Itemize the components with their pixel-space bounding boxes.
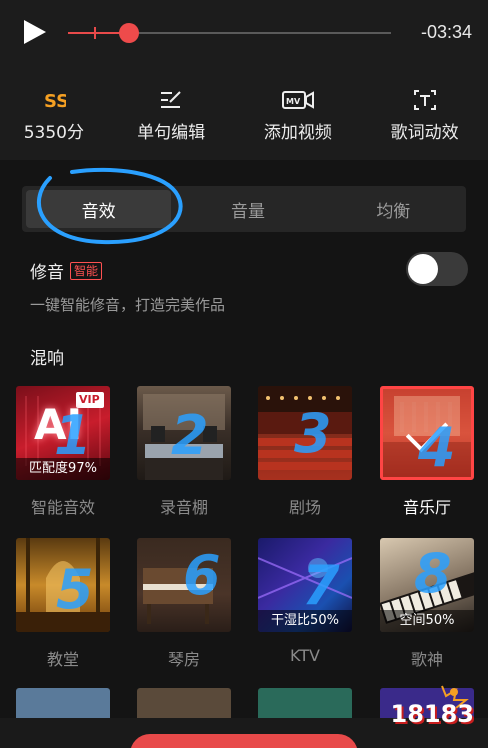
space-badge: 空间50% [380, 610, 474, 632]
reverb-title: 混响 [30, 349, 64, 369]
tool-label: 歌词动效 [390, 123, 459, 143]
reverb-name: 教堂 [46, 650, 79, 669]
tools-row: SS 5350分 单句编辑 MV 添加视频 歌词动效 [0, 68, 488, 160]
tool-label: 单句编辑 [137, 123, 206, 143]
reverb-name: 录音棚 [159, 498, 208, 517]
reverb-item-piano-room[interactable]: 琴房 6 [137, 538, 231, 669]
reverb-thumbnail [258, 386, 352, 480]
reverb-thumbnail: VIP AI 匹配度97% [16, 386, 110, 480]
reverb-name: 音乐厅 [402, 498, 451, 517]
tool-add-video[interactable]: MV 添加视频 [234, 68, 361, 160]
score-icon: SS [42, 86, 66, 114]
tuning-toggle[interactable] [406, 252, 468, 286]
selected-frame [380, 386, 474, 480]
tuning-description: 一键智能修音，打造完美作品 [30, 296, 226, 314]
bottom-action-button[interactable] [130, 734, 358, 748]
progress-marker [94, 27, 96, 39]
reverb-name: KTV [290, 646, 320, 665]
player-bar: -03:34 [0, 0, 488, 68]
reverb-item-theater[interactable]: 剧场 3 [258, 386, 352, 517]
tool-edit-line[interactable]: 单句编辑 [108, 68, 235, 160]
progress-knob[interactable] [119, 23, 140, 43]
tuning-label: 修音 [30, 263, 64, 283]
edit-line-icon [158, 86, 184, 114]
reverb-item-partial[interactable] [137, 688, 231, 718]
reverb-item-church[interactable]: 教堂 5 [16, 538, 110, 669]
reverb-item-ktv[interactable]: 干湿比50% KTV 7 [258, 538, 352, 665]
reverb-thumbnail [380, 386, 474, 480]
reverb-thumbnail [137, 538, 231, 632]
ai-label: AI [34, 400, 83, 449]
tool-label: 5350分 [23, 123, 84, 143]
svg-text:SS: SS [44, 91, 66, 112]
reverb-thumbnail [137, 386, 231, 480]
smart-badge: 智能 [70, 261, 103, 280]
reverb-name: 智能音效 [30, 498, 95, 517]
match-badge: 匹配度97% [16, 458, 110, 480]
tool-label: 添加视频 [263, 123, 332, 143]
tab-equalizer[interactable]: 均衡 [321, 186, 466, 232]
tuning-title: 修音 智能 [30, 258, 103, 283]
remaining-time: -03:34 [420, 22, 472, 42]
mv-icon: MV [281, 86, 315, 114]
wet-dry-badge: 干湿比50% [258, 610, 352, 632]
reverb-name: 琴房 [167, 650, 200, 669]
reverb-item-partial[interactable] [16, 688, 110, 718]
play-icon[interactable] [24, 20, 46, 44]
tab-sound-effect[interactable]: 音效 [26, 190, 172, 228]
tab-volume[interactable]: 音量 [175, 186, 320, 232]
reverb-thumbnail [16, 538, 110, 632]
tab-bar: 音效 音量 均衡 [22, 186, 466, 232]
reverb-item-partial[interactable] [258, 688, 352, 718]
reverb-item-concert-hall[interactable]: 音乐厅 4 [380, 386, 474, 517]
svg-text:MV: MV [286, 97, 301, 106]
lyric-effect-icon [412, 86, 438, 114]
reverb-item-smart[interactable]: VIP AI 匹配度97% 智能音效 1 [16, 386, 110, 517]
progress-track[interactable] [68, 27, 391, 39]
reverb-item-singer-god[interactable]: 空间50% 歌神 8 [380, 538, 474, 669]
toggle-knob [408, 254, 438, 284]
reverb-item-studio[interactable]: 录音棚 2 [137, 386, 231, 517]
reverb-name: 剧场 [288, 498, 321, 517]
tool-lyric-effect[interactable]: 歌词动效 [361, 68, 488, 160]
watermark-text: 18183 [390, 700, 475, 728]
reverb-thumbnail: 空间50% [380, 538, 474, 632]
tool-score[interactable]: SS 5350分 [0, 68, 108, 160]
reverb-thumbnail: 干湿比50% [258, 538, 352, 632]
reverb-name: 歌神 [410, 650, 443, 669]
